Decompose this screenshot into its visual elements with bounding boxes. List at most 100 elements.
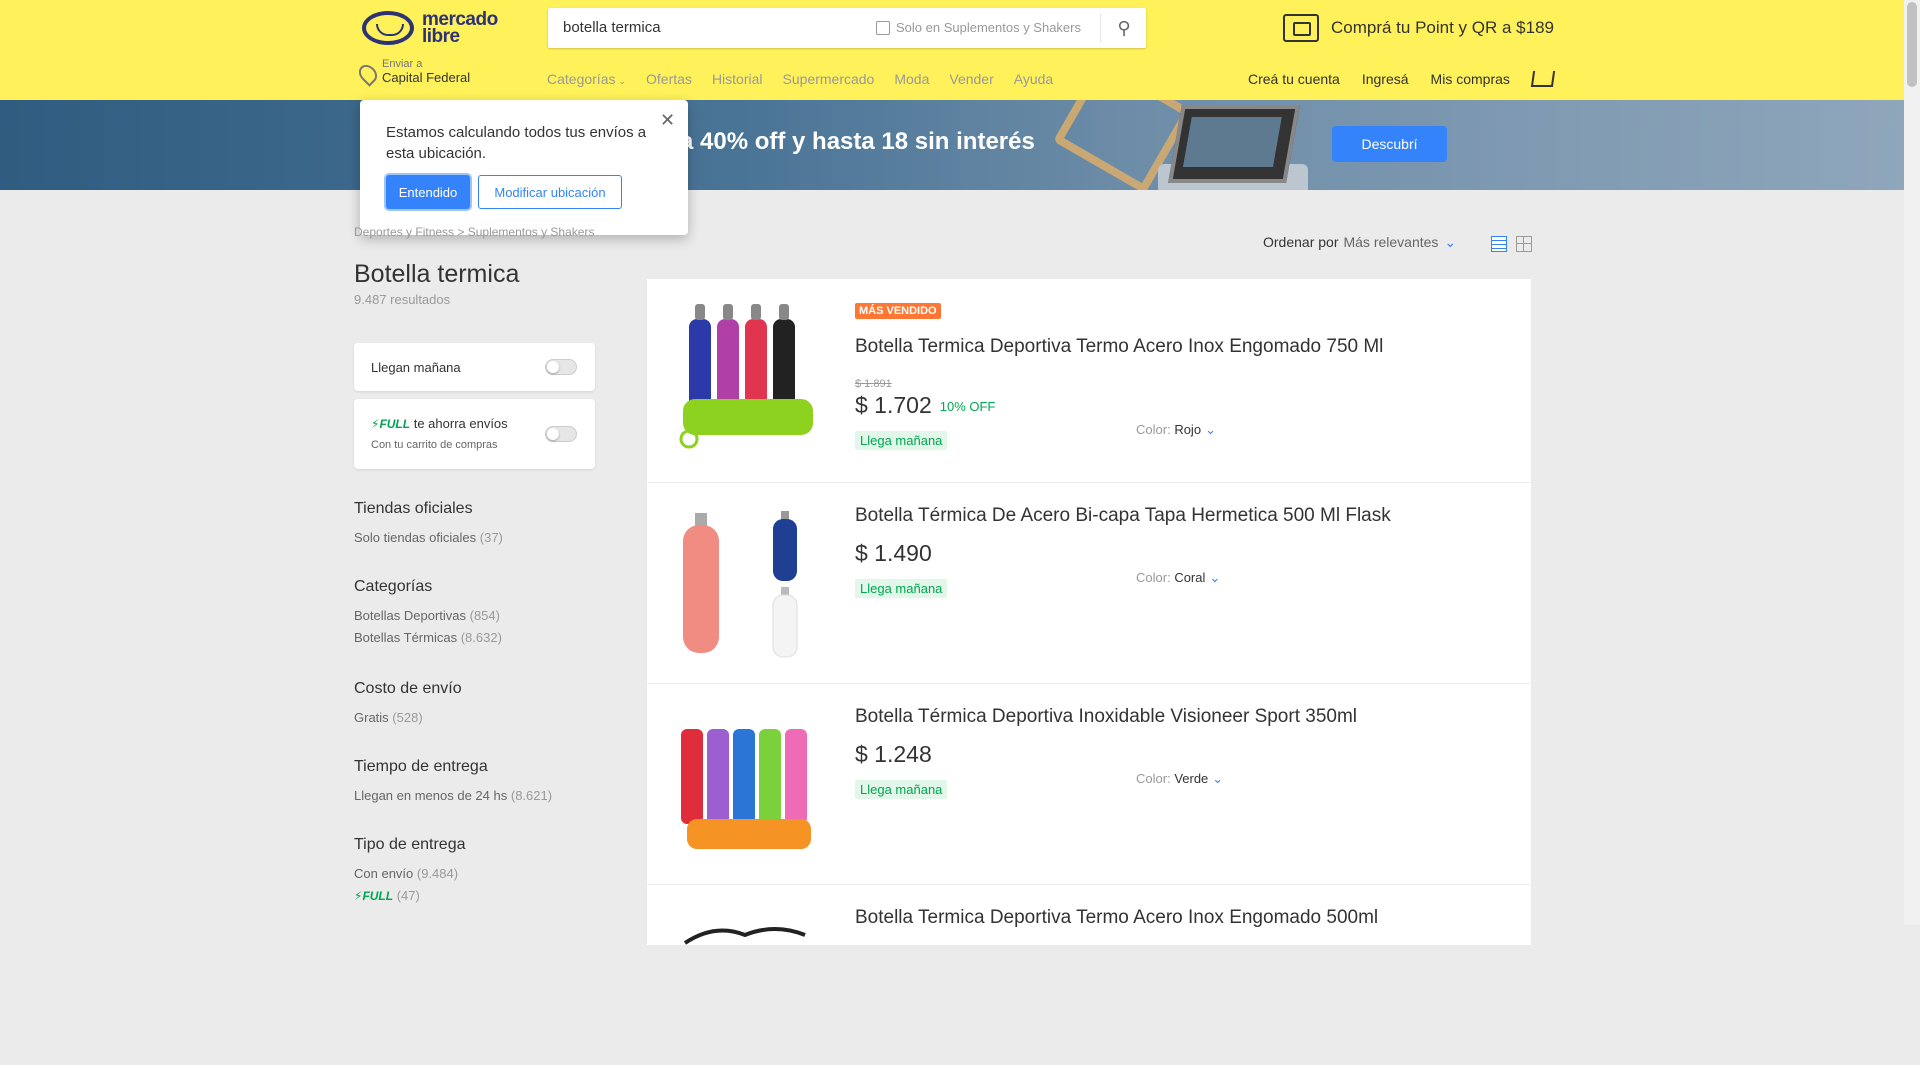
filter-section-tiendas: Tiendas oficiales Solo tiendas oficiales… <box>354 500 503 552</box>
option-label: FULL <box>362 889 394 903</box>
filter-tomorrow-label: Llegan mañana <box>371 360 461 375</box>
nav-moda[interactable]: Moda <box>894 71 929 87</box>
filter-tomorrow-card: Llegan mañana <box>354 343 595 391</box>
section-title: Costo de envío <box>354 680 462 697</box>
full-badge: ⚡FULL <box>354 889 394 903</box>
discount-label: 10% OFF <box>939 399 996 415</box>
filter-option[interactable]: ⚡FULL (47) <box>354 888 465 903</box>
filter-section-tiempo: Tiempo de entrega Llegan en menos de 24 … <box>354 758 552 810</box>
location-value: Capital Federal <box>382 70 471 85</box>
product-image[interactable] <box>675 704 825 864</box>
search-icon: ⚲ <box>1117 17 1131 38</box>
filter-option[interactable]: Con envío (9.484) <box>354 866 465 881</box>
full-toggle[interactable] <box>545 426 577 442</box>
color-value: Rojo <box>1174 422 1202 437</box>
color-selector[interactable]: Color: Rojo ⌄ <box>1136 422 1216 438</box>
full-badge-text: FULL <box>379 417 411 431</box>
login-link[interactable]: Ingresá <box>1362 71 1409 87</box>
site-header: mercado libre botella termica Solo en Sup… <box>0 0 1904 100</box>
create-account-link[interactable]: Creá tu cuenta <box>1248 71 1340 87</box>
option-qty: (47) <box>396 888 420 903</box>
close-icon[interactable]: ✕ <box>660 110 675 131</box>
search-input[interactable]: botella termica <box>563 19 661 36</box>
grid-view-icon[interactable] <box>1516 236 1532 252</box>
nav-supermercado[interactable]: Supermercado <box>783 71 875 87</box>
color-label: Color: <box>1136 570 1171 585</box>
product-title[interactable]: Botella Térmica De Acero Bi-capa Tapa He… <box>855 505 1391 527</box>
nav-label: Categorías <box>547 71 616 87</box>
location-popup: Estamos calculando todos tus envíos a es… <box>360 100 688 235</box>
full-subtext: Con tu carrito de compras <box>371 439 498 451</box>
filter-option[interactable]: Llegan en menos de 24 hs (8.621) <box>354 788 552 803</box>
filter-section-categorias: Categorías Botellas Deportivas (854) Bot… <box>354 578 502 652</box>
product-title[interactable]: Botella Termica Deportiva Termo Acero In… <box>855 907 1378 929</box>
filter-option[interactable]: Botellas Térmicas (8.632) <box>354 630 502 645</box>
product-image[interactable] <box>675 299 825 459</box>
results-list: MÁS VENDIDO Botella Termica Deportiva Te… <box>647 279 1531 945</box>
mercadolibre-logo[interactable]: mercado libre <box>362 8 498 48</box>
section-title: Tipo de entrega <box>354 836 466 853</box>
option-label: Solo tiendas oficiales <box>354 530 477 545</box>
shipping-badge: Llega mañana <box>855 780 948 799</box>
product-price: $ 1.702 10% OFF <box>855 392 995 419</box>
nav-ofertas[interactable]: Ofertas <box>646 71 692 87</box>
handshake-logo-icon <box>362 11 414 45</box>
option-label: Botellas Térmicas <box>354 630 458 645</box>
page-title: Botella termica <box>354 260 520 288</box>
chevron-down-icon: ⌄ <box>1209 570 1221 585</box>
section-title: Tiendas oficiales <box>354 500 473 517</box>
product-price: $ 1.490 <box>855 540 932 566</box>
option-label: Con envío <box>354 866 414 881</box>
product-image[interactable] <box>675 503 825 663</box>
filter-option[interactable]: Gratis (528) <box>354 710 462 725</box>
scope-checkbox[interactable] <box>876 20 890 35</box>
promo-text: Comprá tu Point y QR a $189 <box>1331 18 1555 37</box>
best-seller-badge: MÁS VENDIDO <box>855 303 941 319</box>
color-value: Verde <box>1174 771 1209 786</box>
old-price: $ 1.891 <box>855 378 892 390</box>
filter-option[interactable]: Solo tiendas oficiales (37) <box>354 530 503 545</box>
scrollbar[interactable] <box>1904 0 1920 925</box>
delivery-location[interactable]: Enviar a Capital Federal <box>355 58 471 87</box>
promo-banner[interactable]: a 40% off y hasta 18 sin interés <box>0 100 1904 190</box>
list-item[interactable]: Botella Termica Deportiva Termo Acero In… <box>647 885 1531 945</box>
tomorrow-toggle[interactable] <box>545 359 577 375</box>
point-promo[interactable]: Comprá tu Point y QR a $189 <box>1283 14 1554 42</box>
list-item[interactable]: Botella Térmica De Acero Bi-capa Tapa He… <box>647 483 1531 684</box>
full-badge: ⚡FULL <box>371 417 411 431</box>
search-divider <box>1100 14 1101 42</box>
nav-historial[interactable]: Historial <box>712 71 763 87</box>
product-title[interactable]: Botella Termica Deportiva Termo Acero In… <box>855 336 1383 358</box>
breadcrumb[interactable]: Deportes y Fitness > Suplementos y Shake… <box>354 225 594 239</box>
modify-location-button[interactable]: Modificar ubicación <box>478 175 622 209</box>
filter-option[interactable]: Botellas Deportivas (854) <box>354 608 502 623</box>
scrollbar-thumb[interactable] <box>1907 2 1917 87</box>
sort-control[interactable]: Ordenar por Más relevantes ⌄ <box>1263 234 1456 251</box>
nav-categorias[interactable]: Categorías ⌄ <box>547 71 626 87</box>
color-selector[interactable]: Color: Verde ⌄ <box>1136 771 1223 787</box>
list-item[interactable]: Botella Térmica Deportiva Inoxidable Vis… <box>647 684 1531 885</box>
option-qty: (9.484) <box>416 866 459 881</box>
product-title[interactable]: Botella Térmica Deportiva Inoxidable Vis… <box>855 706 1357 728</box>
color-selector[interactable]: Color: Coral ⌄ <box>1136 570 1220 586</box>
color-label: Color: <box>1136 771 1171 786</box>
banner-cta-button[interactable]: Descubrí <box>1332 126 1447 162</box>
scope-label: Solo en Suplementos y Shakers <box>896 20 1081 35</box>
search-scope-filter[interactable]: Solo en Suplementos y Shakers <box>876 20 1081 35</box>
understood-button[interactable]: Entendido <box>386 175 470 209</box>
price-value: $ 1.702 <box>855 392 932 418</box>
sort-label: Ordenar por <box>1263 234 1339 250</box>
nav-vender[interactable]: Vender <box>949 71 993 87</box>
my-purchases-link[interactable]: Mis compras <box>1431 71 1510 87</box>
search-button[interactable]: ⚲ <box>1102 8 1146 48</box>
nav-ayuda[interactable]: Ayuda <box>1014 71 1053 87</box>
cart-icon[interactable] <box>1530 71 1556 87</box>
list-item[interactable]: MÁS VENDIDO Botella Termica Deportiva Te… <box>647 279 1531 483</box>
section-title: Tiempo de entrega <box>354 758 488 775</box>
list-view-icon[interactable] <box>1491 236 1507 252</box>
main-nav: Categorías ⌄ Ofertas Historial Supermerca… <box>547 71 1053 87</box>
filter-section-costo: Costo de envío Gratis (528) <box>354 680 462 732</box>
product-image[interactable] <box>675 905 825 1065</box>
chevron-down-icon: ⌄ <box>1205 422 1216 437</box>
laptop-image <box>1168 105 1300 183</box>
